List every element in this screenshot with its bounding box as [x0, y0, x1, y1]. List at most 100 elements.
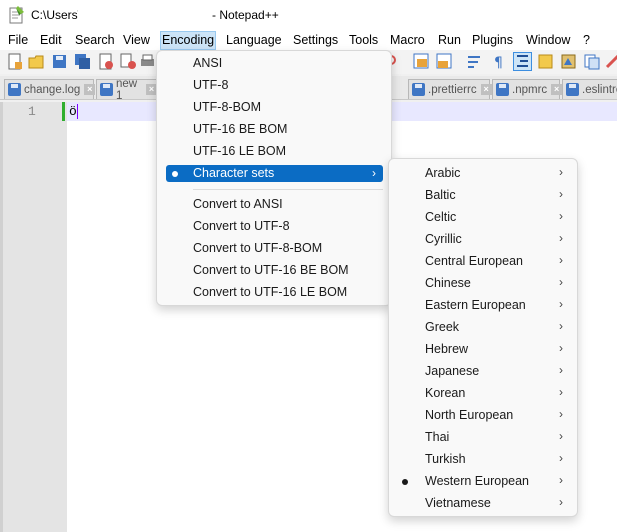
menu-macro[interactable]: Macro: [389, 32, 426, 49]
chevron-right-icon: ›: [559, 385, 563, 399]
saved-disk-icon: [100, 83, 113, 96]
charset-cyrillic[interactable]: Cyrillic: [425, 231, 462, 248]
notepadpp-app-icon: [9, 6, 24, 24]
menu-item-convert-to-utf-16-le-bom[interactable]: Convert to UTF-16 LE BOM: [193, 284, 347, 301]
menu-edit[interactable]: Edit: [39, 32, 63, 49]
menu-file[interactable]: File: [7, 32, 29, 49]
chevron-right-icon: ›: [372, 166, 376, 180]
charset-central-european[interactable]: Central European: [425, 253, 523, 270]
tab-change-log[interactable]: change.log ×: [4, 79, 96, 99]
tab-new-1[interactable]: new 1 ×: [96, 77, 158, 102]
saved-disk-icon: [566, 83, 579, 96]
line-number: 1: [28, 104, 36, 119]
charset-japanese[interactable]: Japanese: [425, 363, 479, 380]
charset-greek[interactable]: Greek: [425, 319, 459, 336]
close-all-icon[interactable]: [120, 53, 137, 70]
menu-tools[interactable]: Tools: [348, 32, 379, 49]
character-sets-submenu: Arabic › Baltic › Celtic › Cyrillic › Ce…: [388, 158, 578, 517]
tab-label: new 1: [116, 77, 138, 102]
chevron-right-icon: ›: [559, 407, 563, 421]
show-all-characters-icon[interactable]: ¶: [490, 53, 507, 70]
menu-separator: [193, 189, 383, 190]
title-bar: C:\Users\ - Notepad++: [0, 0, 617, 30]
tab-label: change.log: [24, 83, 81, 96]
function-list-icon[interactable]: [583, 53, 600, 70]
menu-help[interactable]: ?: [582, 32, 591, 49]
menu-item-convert-to-utf-16-be-bom[interactable]: Convert to UTF-16 BE BOM: [193, 262, 349, 279]
charset-chinese[interactable]: Chinese: [425, 275, 471, 292]
charset-western-european[interactable]: Western European: [425, 473, 529, 490]
menu-run[interactable]: Run: [437, 32, 462, 49]
charset-korean[interactable]: Korean: [425, 385, 465, 402]
print-icon[interactable]: [139, 53, 156, 70]
charset-vietnamese[interactable]: Vietnamese: [425, 495, 491, 512]
editor-text[interactable]: ö: [69, 104, 77, 119]
menu-plugins[interactable]: Plugins: [471, 32, 514, 49]
chevron-right-icon: ›: [559, 319, 563, 333]
charset-thai[interactable]: Thai: [425, 429, 449, 446]
menu-item-convert-to-utf-8[interactable]: Convert to UTF-8: [193, 218, 290, 235]
character-sets-label: Character sets: [193, 166, 275, 180]
menu-language[interactable]: Language: [225, 32, 283, 49]
charset-eastern-european[interactable]: Eastern European: [425, 297, 526, 314]
tab-eslintrc[interactable]: .eslintrc: [562, 79, 617, 99]
save-icon[interactable]: [51, 53, 68, 70]
tab-npmrc[interactable]: .npmrc ×: [492, 79, 563, 99]
encoding-menu: ANSI UTF-8 UTF-8-BOM UTF-16 BE BOM UTF-1…: [156, 50, 392, 306]
menu-item-character-sets[interactable]: Character sets ›: [166, 165, 383, 182]
charset-arabic[interactable]: Arabic: [425, 165, 460, 182]
menu-item-utf-8[interactable]: UTF-8: [193, 77, 228, 94]
charset-celtic[interactable]: Celtic: [425, 209, 456, 226]
notepadpp-window: C:\Users\ - Notepad++ File Edit Search V…: [0, 0, 617, 532]
charset-turkish[interactable]: Turkish: [425, 451, 466, 468]
change-history-marker: [62, 102, 65, 121]
tab-prettierrc[interactable]: .prettierrc ×: [408, 79, 492, 99]
folder-workspace-icon[interactable]: [605, 53, 617, 70]
menu-settings[interactable]: Settings: [292, 32, 339, 49]
saved-disk-icon: [412, 83, 425, 96]
line-number-gutter[interactable]: [3, 102, 67, 532]
saved-disk-icon: [496, 83, 509, 96]
zoom-in-icon[interactable]: [413, 53, 430, 70]
tab-label: .npmrc: [512, 83, 548, 96]
word-wrap-icon[interactable]: [466, 53, 483, 70]
new-file-icon[interactable]: [6, 53, 23, 70]
window-title-app: - Notepad++: [212, 8, 279, 22]
chevron-right-icon: ›: [559, 231, 563, 245]
saved-disk-icon: [8, 83, 21, 96]
menu-item-convert-to-utf-8-bom[interactable]: Convert to UTF-8-BOM: [193, 240, 322, 257]
save-all-icon[interactable]: [74, 53, 91, 70]
charset-baltic[interactable]: Baltic: [425, 187, 456, 204]
charset-hebrew[interactable]: Hebrew: [425, 341, 468, 358]
charset-north-european[interactable]: North European: [425, 407, 513, 424]
chevron-right-icon: ›: [559, 473, 563, 487]
menu-item-convert-to-ansi[interactable]: Convert to ANSI: [193, 196, 283, 213]
menu-item-utf-8-bom[interactable]: UTF-8-BOM: [193, 99, 261, 116]
chevron-right-icon: ›: [559, 275, 563, 289]
chevron-right-icon: ›: [559, 363, 563, 377]
open-file-icon[interactable]: [28, 53, 45, 70]
menu-window[interactable]: Window: [525, 32, 571, 49]
zoom-out-icon[interactable]: [436, 53, 453, 70]
close-tab-icon[interactable]: ×: [480, 84, 492, 95]
menu-search[interactable]: Search: [74, 32, 116, 49]
close-tab-icon[interactable]: ×: [84, 84, 96, 95]
svg-text:¶: ¶: [494, 55, 503, 70]
menu-bar: File Edit Search View Encoding Language …: [0, 30, 617, 50]
selected-bullet-icon: [172, 171, 178, 177]
chevron-right-icon: ›: [559, 187, 563, 201]
window-title-path: C:\Users\: [31, 8, 82, 22]
close-file-icon[interactable]: [97, 53, 114, 70]
menu-encoding[interactable]: Encoding: [159, 31, 217, 50]
close-tab-icon[interactable]: ×: [551, 84, 563, 95]
menu-item-utf-16-le-bom[interactable]: UTF-16 LE BOM: [193, 143, 286, 160]
user-language-icon[interactable]: [537, 53, 554, 70]
menu-item-ansi[interactable]: ANSI: [193, 55, 222, 72]
chevron-right-icon: ›: [559, 341, 563, 355]
indent-guide-icon[interactable]: [513, 52, 532, 71]
menu-view[interactable]: View: [122, 32, 151, 49]
menu-item-utf-16-be-bom[interactable]: UTF-16 BE BOM: [193, 121, 287, 138]
tab-label: .prettierrc: [428, 83, 477, 96]
document-map-icon[interactable]: [560, 53, 577, 70]
chevron-right-icon: ›: [559, 297, 563, 311]
